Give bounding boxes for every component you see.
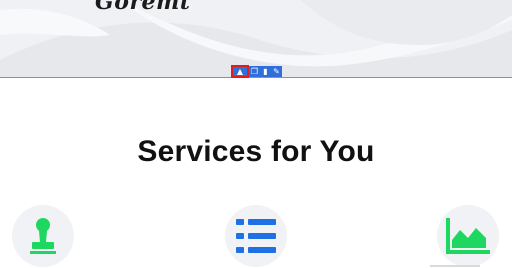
card-caption-placeholder (430, 265, 480, 267)
service-card-stamp[interactable] (12, 205, 74, 267)
delete-button[interactable]: ▮ (260, 66, 271, 77)
service-card-chart[interactable] (437, 205, 499, 267)
area-chart-icon (446, 218, 490, 254)
signature-logo: Goremt (95, 0, 191, 15)
edit-background-button[interactable]: ▲ (231, 65, 249, 78)
edit-button[interactable]: ✎ (271, 66, 282, 77)
section-divider (0, 77, 512, 78)
mountain-icon: ▲ (236, 66, 244, 76)
pencil-icon: ✎ (273, 66, 280, 76)
services-title: Services for You (137, 135, 375, 168)
list-icon (236, 219, 276, 253)
trash-icon: ▮ (263, 66, 268, 76)
stamp-icon (30, 218, 56, 254)
copy-icon: ❐ (250, 66, 259, 76)
service-card-list[interactable] (225, 205, 287, 267)
editor-toolbar: ▲ ❐ ▮ ✎ (231, 65, 282, 78)
duplicate-button[interactable]: ❐ (249, 66, 260, 77)
